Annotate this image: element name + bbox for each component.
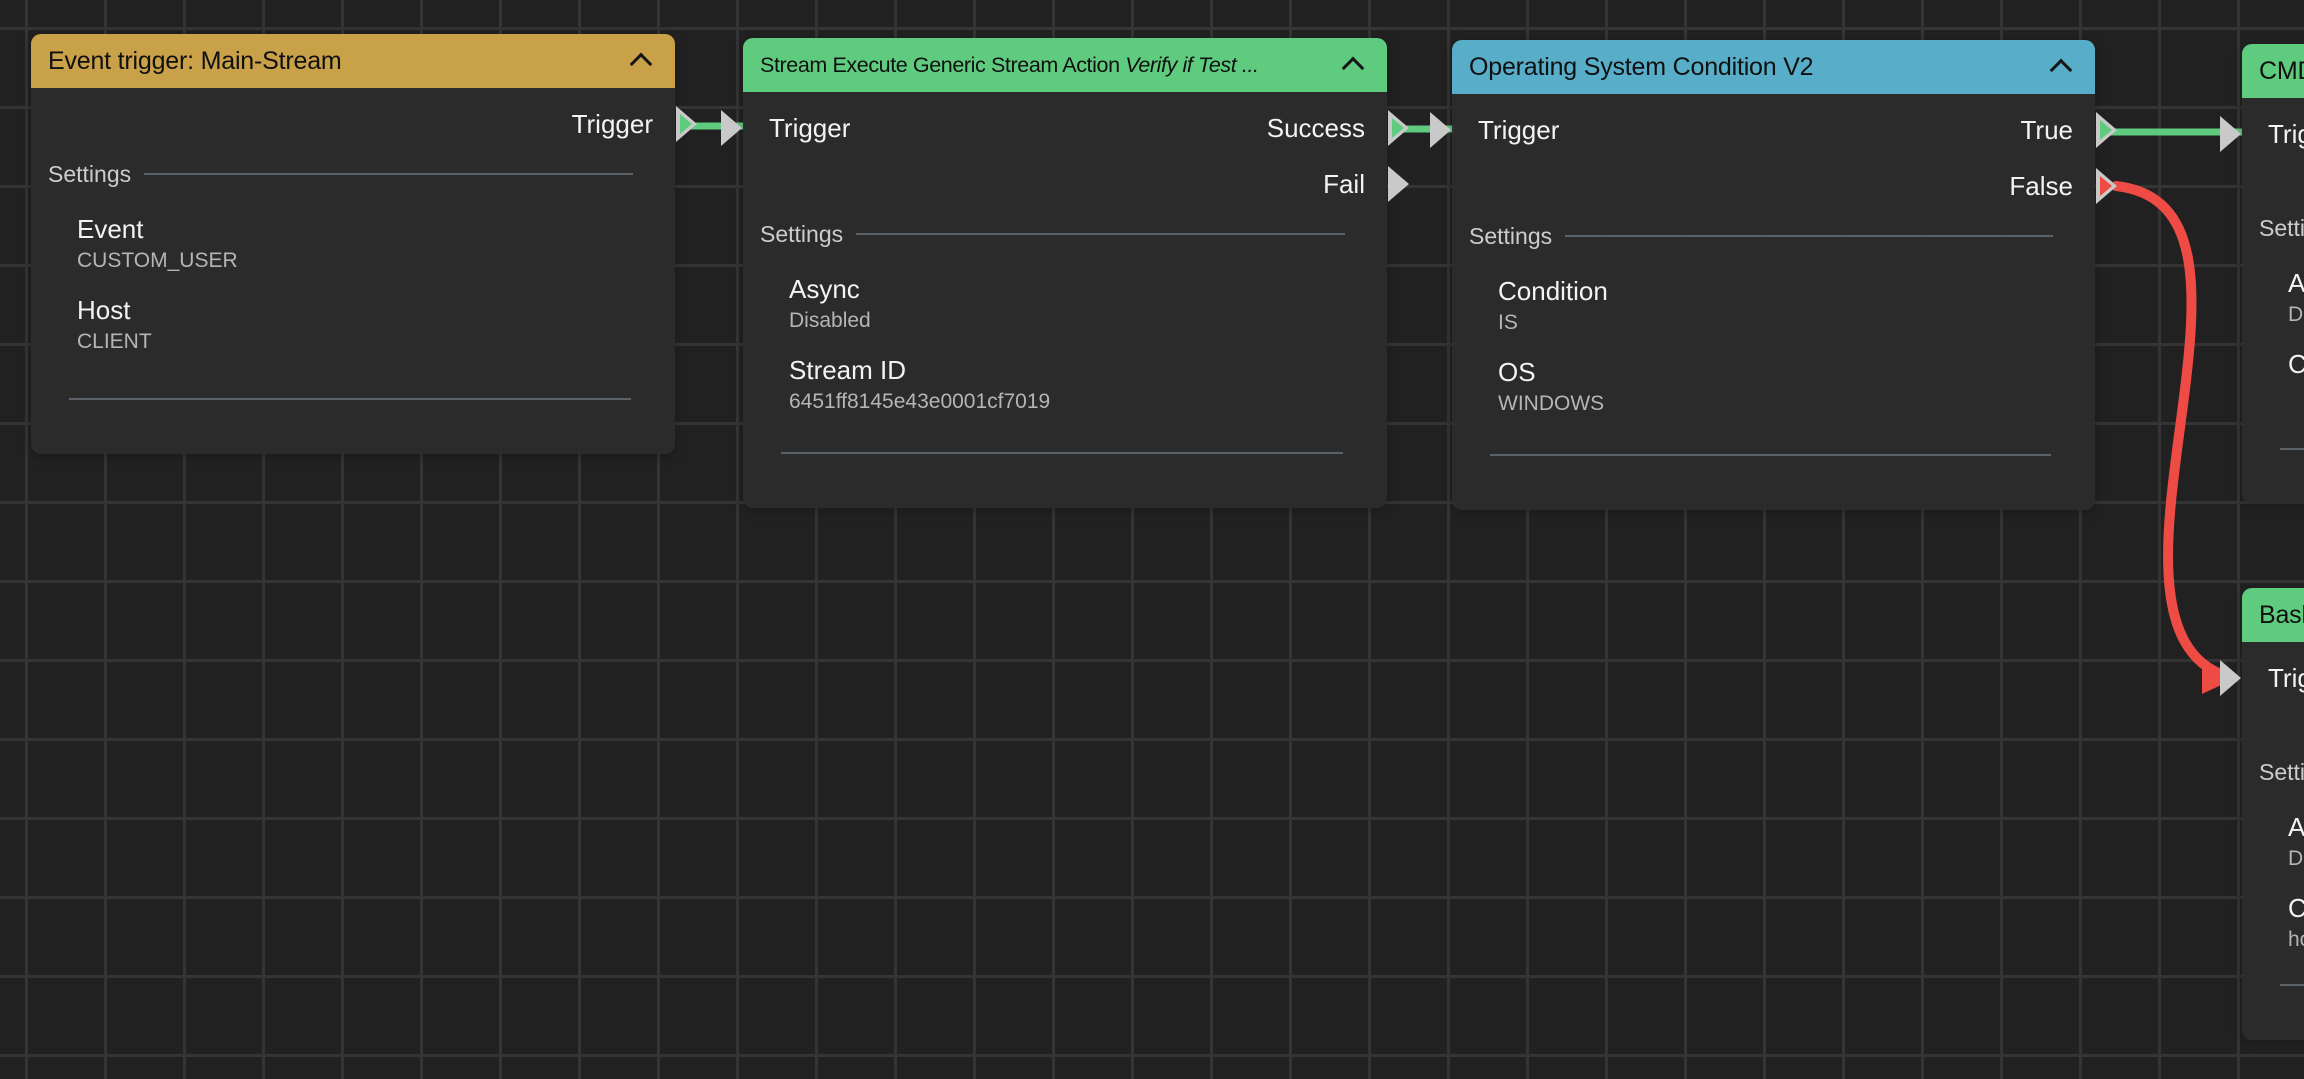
- output-port-label: Trigger: [572, 109, 675, 140]
- field-label: Async: [2288, 266, 2304, 300]
- settings-divider: [856, 233, 1345, 235]
- settings-divider: [1565, 235, 2053, 237]
- node-header[interactable]: Stream Execute Generic Stream Action Ver…: [743, 38, 1387, 92]
- output-port-false[interactable]: [2096, 168, 2117, 204]
- settings-section: Settings: [743, 218, 1387, 250]
- port-row: Trigger: [2242, 106, 2304, 162]
- field-stream-id: Stream ID 6451ff8145e43e0001cf7019: [789, 353, 1341, 417]
- node-footer-divider: [69, 398, 631, 400]
- field-condition: Condition IS: [1498, 274, 2049, 338]
- field-label: Event: [77, 212, 629, 246]
- field-value: 6451ff8145e43e0001cf7019: [789, 387, 1341, 417]
- field-value: Disabled: [789, 306, 1341, 336]
- field-label: C: [2288, 891, 2304, 925]
- port-row: Trigger: [2242, 650, 2304, 706]
- node-title: Operating System Condition V2: [1469, 53, 1813, 82]
- input-port-trigger[interactable]: [1430, 112, 1451, 148]
- node-title: Stream Execute Generic Stream Action Ver…: [760, 53, 1259, 78]
- field-label: C: [2288, 347, 2304, 381]
- port-row: Trigger Success: [743, 100, 1387, 156]
- field-label: Async: [789, 272, 1341, 306]
- field-value: Disabled: [2288, 300, 2304, 330]
- field-value: Disabled: [2288, 844, 2304, 874]
- node-event-trigger[interactable]: Event trigger: Main-Stream Trigger Setti…: [31, 34, 675, 454]
- input-port-label: Trigger: [743, 113, 850, 144]
- field-value: WINDOWS: [1498, 389, 2049, 419]
- port-row: False: [1452, 158, 2095, 214]
- field-value: CLIENT: [77, 327, 629, 357]
- settings-label: Settings: [48, 161, 131, 188]
- field-label: Async: [2288, 810, 2304, 844]
- settings-label: Settings: [1469, 223, 1552, 250]
- port-connected-indicator: [680, 114, 692, 134]
- settings-label: Settings: [760, 221, 843, 248]
- output-port-label: False: [2009, 171, 2095, 202]
- field-value: ho: [2288, 925, 2304, 955]
- node-footer-divider: [2280, 984, 2304, 986]
- node-footer-divider: [781, 452, 1343, 454]
- node-title: Event trigger: Main-Stream: [48, 47, 342, 76]
- input-port-trigger[interactable]: [721, 110, 742, 146]
- chevron-up-icon[interactable]: [1342, 56, 1365, 79]
- settings-label: Settings: [2259, 215, 2304, 242]
- node-title-italic: Verify if Test ...: [1125, 53, 1258, 77]
- field-os: OS WINDOWS: [1498, 355, 2049, 419]
- node-title: Bash: [2259, 601, 2304, 630]
- settings-section: Settings: [2242, 756, 2304, 788]
- node-header[interactable]: Event trigger: Main-Stream: [31, 34, 675, 88]
- port-connected-indicator: [1392, 118, 1404, 138]
- node-bash[interactable]: Bash Trigger Settings Async Disabled C h…: [2242, 588, 2304, 1040]
- output-port-trigger[interactable]: [676, 106, 697, 142]
- field-value: CUSTOM_USER: [77, 246, 629, 276]
- output-port-fail[interactable]: [1388, 166, 1409, 202]
- port-row: Fail: [743, 156, 1387, 212]
- field-async: Async Disabled: [789, 272, 1341, 336]
- output-port-label: True: [2021, 115, 2096, 146]
- settings-section: Settings: [2242, 212, 2304, 244]
- field-label: OS: [1498, 355, 2049, 389]
- field-command: C: [2288, 347, 2304, 381]
- port-row: Trigger True: [1452, 102, 2095, 158]
- input-port-trigger[interactable]: [2220, 660, 2241, 696]
- port-connected-indicator: [2100, 120, 2112, 140]
- settings-section: Settings: [1452, 220, 2095, 252]
- node-footer-divider: [2280, 448, 2304, 450]
- node-footer-divider: [1490, 454, 2051, 456]
- chevron-up-icon[interactable]: [2050, 58, 2073, 81]
- field-command: C ho: [2288, 891, 2304, 955]
- node-cmd[interactable]: CMD Trigger Settings Async Disabled C: [2242, 44, 2304, 504]
- field-async: Async Disabled: [2288, 810, 2304, 874]
- field-label: Host: [77, 293, 629, 327]
- input-port-label: Trigger: [2242, 119, 2304, 150]
- node-header[interactable]: Operating System Condition V2: [1452, 40, 2095, 94]
- field-label: Stream ID: [789, 353, 1341, 387]
- settings-divider: [144, 173, 633, 175]
- node-header[interactable]: CMD: [2242, 44, 2304, 98]
- port-row: Trigger: [31, 96, 675, 152]
- output-port-success[interactable]: [1388, 110, 1409, 146]
- node-os-condition[interactable]: Operating System Condition V2 Trigger Tr…: [1452, 40, 2095, 510]
- field-event: Event CUSTOM_USER: [77, 212, 629, 276]
- field-host: Host CLIENT: [77, 293, 629, 357]
- settings-label: Settings: [2259, 759, 2304, 786]
- output-port-label: Fail: [1323, 169, 1387, 200]
- settings-section: Settings: [31, 158, 675, 190]
- node-title: CMD: [2259, 57, 2304, 86]
- input-port-label: Trigger: [2242, 663, 2304, 694]
- input-port-label: Trigger: [1452, 115, 1559, 146]
- port-connected-indicator: [2100, 176, 2112, 196]
- output-port-true[interactable]: [2096, 112, 2117, 148]
- field-value: IS: [1498, 308, 2049, 338]
- field-async: Async Disabled: [2288, 266, 2304, 330]
- input-port-trigger[interactable]: [2220, 116, 2241, 152]
- chevron-up-icon[interactable]: [630, 52, 653, 75]
- field-label: Condition: [1498, 274, 2049, 308]
- node-header[interactable]: Bash: [2242, 588, 2304, 642]
- node-stream-execute[interactable]: Stream Execute Generic Stream Action Ver…: [743, 38, 1387, 508]
- output-port-label: Success: [1267, 113, 1387, 144]
